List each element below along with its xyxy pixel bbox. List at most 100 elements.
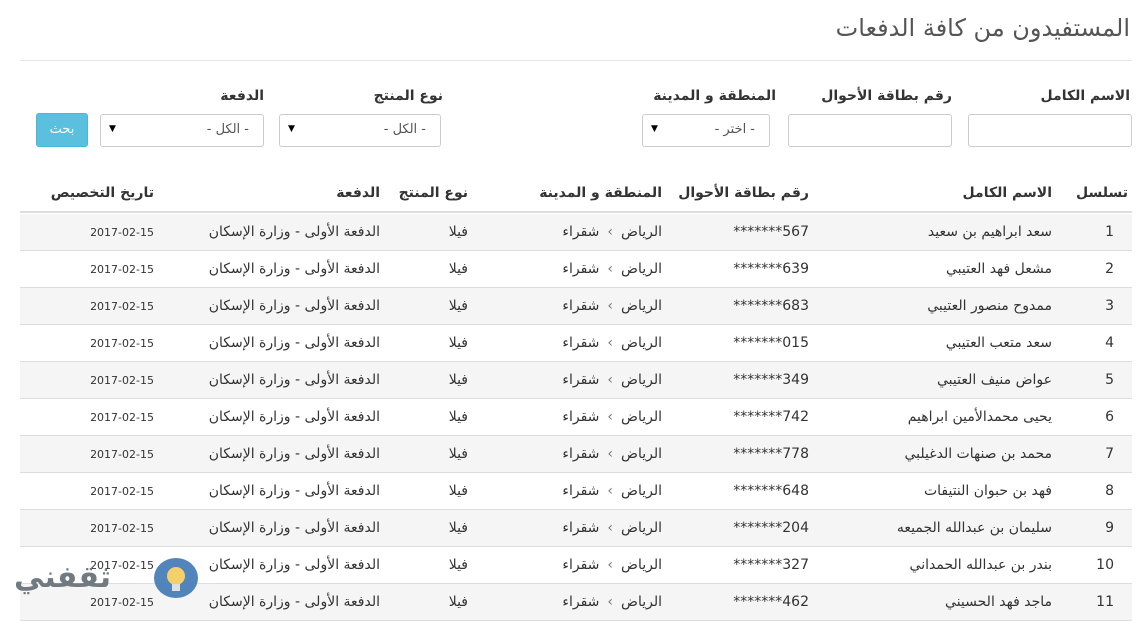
cell-region: الرياض › شقراء: [562, 594, 662, 610]
cell-id: *******015: [733, 335, 809, 351]
region-select[interactable]: ▼ - اختر -: [642, 114, 770, 147]
region-name: الرياض: [621, 335, 662, 351]
cell-seq: 11: [1096, 594, 1114, 610]
cell-id: *******639: [733, 261, 809, 277]
column-name: الاسم الكامل: [962, 185, 1052, 201]
column-batch: الدفعة: [336, 185, 380, 201]
cell-name: يحيى محمدالأمين ابراهيم: [907, 409, 1052, 425]
page: المستفيدون من كافة الدفعات الاسم الكامل …: [20, 0, 1132, 621]
cell-date: 2017-02-15: [90, 411, 154, 424]
table-row: 2 مشعل فهد العتيبي *******639 الرياض › شقر…: [20, 251, 1132, 288]
full-name-input[interactable]: [968, 114, 1132, 147]
table-row: 8 فهد بن حبوان النتيفات *******648 الريا…: [20, 473, 1132, 510]
cell-batch: الدفعة الأولى - وزارة الإسكان: [208, 372, 380, 388]
cell-name: عواض منيف العتيبي: [937, 372, 1052, 388]
cell-date: 2017-02-15: [90, 300, 154, 313]
chevron-left-icon: ›: [607, 372, 614, 388]
watermark-text: ثقفني: [14, 560, 112, 595]
region-name: الرياض: [621, 298, 662, 314]
city-name: شقراء: [562, 409, 600, 425]
cell-id: *******567: [733, 224, 809, 240]
cell-name: سعد ابراهيم بن سعيد: [927, 224, 1052, 240]
table-header: تسلسل الاسم الكامل رقم بطاقة الأحوال الم…: [20, 175, 1132, 213]
region-name: الرياض: [621, 224, 662, 240]
city-name: شقراء: [562, 261, 600, 277]
cell-batch: الدفعة الأولى - وزارة الإسكان: [208, 224, 380, 240]
cell-product: فيلا: [448, 298, 468, 314]
batch-select[interactable]: ▼ - الكل -: [100, 114, 264, 147]
cell-name: مشعل فهد العتيبي: [946, 261, 1052, 277]
title-divider: [20, 60, 1132, 61]
city-name: شقراء: [562, 446, 600, 462]
cell-seq: 7: [1105, 446, 1114, 462]
cell-seq: 5: [1105, 372, 1114, 388]
cell-seq: 6: [1105, 409, 1114, 425]
chevron-left-icon: ›: [607, 520, 614, 536]
chevron-left-icon: ›: [607, 483, 614, 499]
city-name: شقراء: [562, 483, 600, 499]
cell-batch: الدفعة الأولى - وزارة الإسكان: [208, 594, 380, 610]
cell-date: 2017-02-15: [90, 374, 154, 387]
cell-region: الرياض › شقراء: [562, 446, 662, 462]
chevron-left-icon: ›: [607, 557, 614, 573]
chevron-left-icon: ›: [607, 261, 614, 277]
city-name: شقراء: [562, 298, 600, 314]
region-select-value: - اختر -: [714, 122, 755, 137]
cell-region: الرياض › شقراء: [562, 557, 662, 573]
city-name: شقراء: [562, 224, 600, 240]
cell-product: فيلا: [448, 446, 468, 462]
product-type-label: نوع المنتج: [373, 88, 443, 104]
triangle-down-icon: ▼: [109, 124, 116, 134]
chevron-left-icon: ›: [607, 224, 614, 240]
cell-seq: 10: [1096, 557, 1114, 573]
id-card-input[interactable]: [788, 114, 952, 147]
id-card-label: رقم بطاقة الأحوال: [821, 88, 952, 104]
column-id: رقم بطاقة الأحوال: [678, 185, 809, 201]
cell-date: 2017-02-15: [90, 337, 154, 350]
region-name: الرياض: [621, 261, 662, 277]
cell-batch: الدفعة الأولى - وزارة الإسكان: [208, 298, 380, 314]
cell-region: الرياض › شقراء: [562, 520, 662, 536]
cell-batch: الدفعة الأولى - وزارة الإسكان: [208, 446, 380, 462]
cell-batch: الدفعة الأولى - وزارة الإسكان: [208, 557, 380, 573]
cell-id: *******204: [733, 520, 809, 536]
triangle-down-icon: ▼: [288, 124, 295, 134]
bulb-glass: [167, 567, 185, 585]
column-product: نوع المنتج: [398, 185, 468, 201]
table-row: 1 سعد ابراهيم بن سعيد *******567 الرياض ›…: [20, 214, 1132, 251]
region-name: الرياض: [621, 409, 662, 425]
region-name: الرياض: [621, 520, 662, 536]
cell-batch: الدفعة الأولى - وزارة الإسكان: [208, 483, 380, 499]
cell-product: فيلا: [448, 372, 468, 388]
table-row: 3 ممدوح منصور العتيبي *******683 الرياض ›…: [20, 288, 1132, 325]
cell-product: فيلا: [448, 409, 468, 425]
cell-seq: 4: [1105, 335, 1114, 351]
search-button[interactable]: بحث: [36, 113, 88, 147]
product-type-select[interactable]: ▼ - الكل -: [279, 114, 441, 147]
cell-region: الرياض › شقراء: [562, 409, 662, 425]
city-name: شقراء: [562, 520, 600, 536]
chevron-left-icon: ›: [607, 594, 614, 610]
table-row: 7 محمد بن صنهات الدغيلبي *******778 الري…: [20, 436, 1132, 473]
table-row: 5 عواض منيف العتيبي *******349 الرياض › شق…: [20, 362, 1132, 399]
cell-id: *******462: [733, 594, 809, 610]
column-seq: تسلسل: [1076, 185, 1128, 201]
cell-product: فيلا: [448, 594, 468, 610]
city-name: شقراء: [562, 335, 600, 351]
chevron-left-icon: ›: [607, 335, 614, 351]
cell-seq: 3: [1105, 298, 1114, 314]
cell-name: بندر بن عبدالله الحمداني: [909, 557, 1052, 573]
cell-id: *******648: [733, 483, 809, 499]
cell-product: فيلا: [448, 483, 468, 499]
cell-name: سعد متعب العتيبي: [945, 335, 1052, 351]
cell-name: محمد بن صنهات الدغيلبي: [904, 446, 1052, 462]
cell-region: الرياض › شقراء: [562, 224, 662, 240]
product-type-select-value: - الكل -: [383, 122, 426, 137]
cell-product: فيلا: [448, 224, 468, 240]
table-row: 9 سليمان بن عبدالله الجميعه *******204 ا…: [20, 510, 1132, 547]
region-label: المنطقة و المدينة: [653, 88, 776, 104]
region-name: الرياض: [621, 483, 662, 499]
table-row: 6 يحيى محمدالأمين ابراهيم *******742 الر…: [20, 399, 1132, 436]
batch-label: الدفعة: [220, 88, 264, 104]
column-region: المنطقة و المدينة: [539, 185, 662, 201]
